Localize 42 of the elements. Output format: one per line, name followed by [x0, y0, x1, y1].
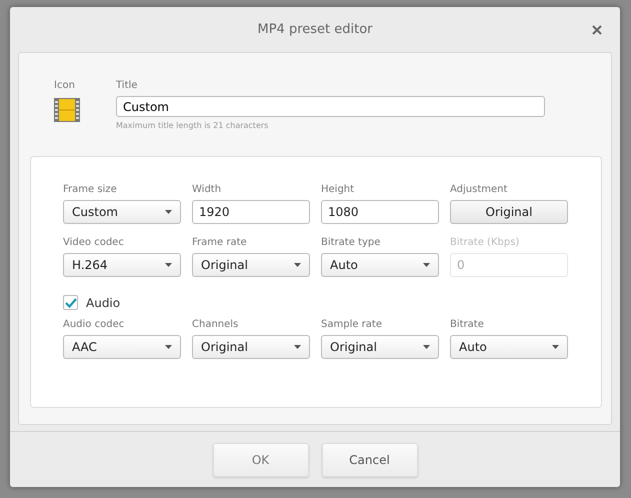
audio-label: Audio	[86, 296, 120, 310]
adjustment-button[interactable]: Original	[450, 200, 568, 224]
title-label: Title	[116, 79, 138, 92]
field-label: Adjustment	[450, 183, 508, 196]
dropdown[interactable]: AAC	[63, 335, 181, 359]
icon-label: Icon	[54, 79, 76, 92]
cancel-button[interactable]: Cancel	[322, 442, 418, 476]
field-label: Frame rate	[192, 236, 248, 249]
caret-icon	[552, 345, 559, 349]
field-label: Channels	[192, 318, 240, 331]
field-label: Height	[321, 183, 356, 196]
dropdown[interactable]: H.264	[63, 253, 181, 277]
field-label: Frame size	[63, 183, 118, 196]
title-input[interactable]: Custom	[116, 96, 545, 117]
hint-text: Maximum title length is 21 characters	[116, 121, 270, 130]
caret-icon	[165, 210, 172, 214]
dropdown[interactable]: Auto	[450, 335, 568, 359]
caret-icon	[294, 263, 301, 267]
caret-icon	[294, 345, 301, 349]
audio-checkbox[interactable]	[63, 295, 78, 310]
dropdown[interactable]: Auto	[321, 253, 439, 277]
field-label: Bitrate type	[321, 236, 382, 249]
input-field[interactable]: 1920	[192, 200, 310, 224]
dropdown[interactable]: Original	[192, 253, 310, 277]
caret-icon	[423, 263, 430, 267]
caret-icon	[165, 345, 172, 349]
caret-icon	[165, 263, 172, 267]
field-label: Width	[192, 183, 222, 196]
film-icon[interactable]	[54, 98, 80, 122]
dropdown[interactable]: Original	[321, 335, 439, 359]
dropdown[interactable]: Custom	[63, 200, 181, 224]
field-label: Bitrate	[450, 318, 485, 331]
input-field[interactable]: 1080	[321, 200, 439, 224]
field-label: Audio codec	[63, 318, 126, 331]
close-icon[interactable]	[592, 25, 602, 35]
caret-icon	[423, 345, 430, 349]
field-label: Video codec	[63, 236, 125, 249]
window-title: MP4 preset editor	[257, 22, 373, 37]
field-label: Sample rate	[321, 318, 383, 331]
field-label: Bitrate (Kbps)	[450, 236, 520, 249]
ok-button[interactable]: OK	[212, 442, 308, 476]
dropdown[interactable]: Original	[192, 335, 310, 359]
